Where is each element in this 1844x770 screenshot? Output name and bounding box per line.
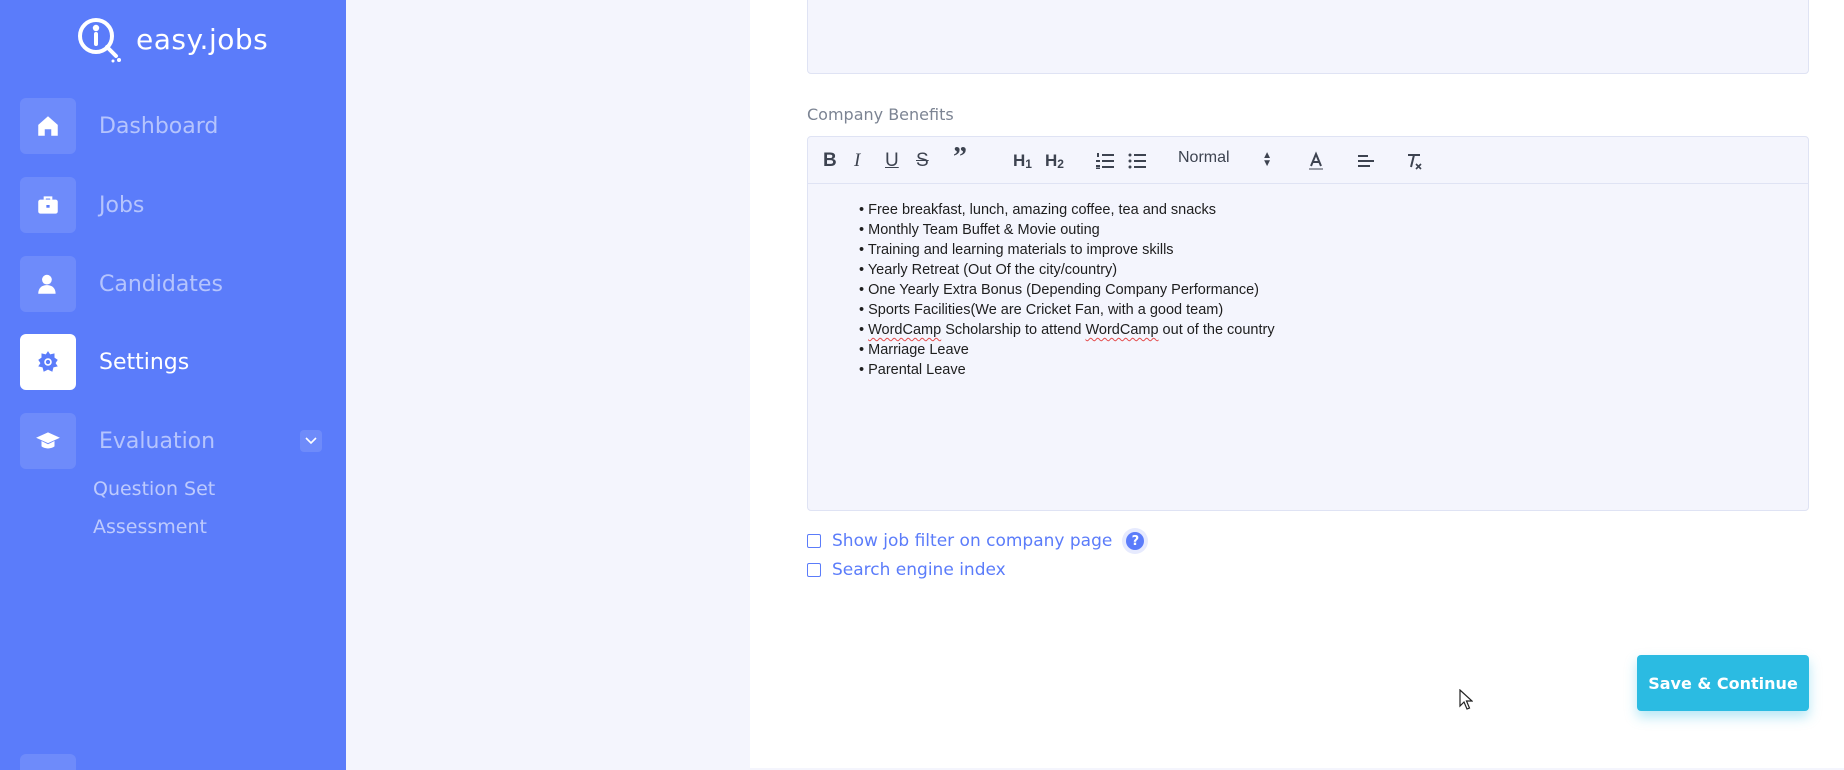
sidebar-subitem-question-set[interactable]: Question Set xyxy=(93,478,215,500)
briefcase-icon xyxy=(20,177,76,233)
blockquote-button[interactable]: ” xyxy=(953,142,967,173)
sidebar-item-dashboard[interactable]: Dashboard xyxy=(20,98,330,154)
heading-1-button[interactable]: H1 xyxy=(1013,150,1032,172)
company-benefits-editor[interactable]: B I U S ” H1 H2 Normal ▲▼ Free breakfast… xyxy=(807,136,1809,511)
benefit-item: One Yearly Extra Bonus (Depending Compan… xyxy=(859,280,1808,300)
heading-format-select[interactable]: Normal ▲ ▼ xyxy=(1178,149,1278,173)
italic-button[interactable]: I xyxy=(854,150,860,172)
ordered-list-icon[interactable] xyxy=(1094,150,1116,172)
chevron-down-icon[interactable] xyxy=(300,430,322,452)
search-engine-index-row: Search engine index xyxy=(807,560,1006,580)
underline-button[interactable]: U xyxy=(885,150,899,172)
heading-2-level: 2 xyxy=(1057,157,1064,171)
select-arrows-icon: ▲ ▼ xyxy=(1262,150,1272,169)
editor-content[interactable]: Free breakfast, lunch, amazing coffee, t… xyxy=(808,184,1808,380)
benefit-item: Yearly Retreat (Out Of the city/country) xyxy=(859,260,1808,280)
text-color-icon[interactable] xyxy=(1305,150,1327,172)
strike-button[interactable]: S xyxy=(916,150,929,172)
show-job-filter-row: Show job filter on company page ? xyxy=(807,528,1149,554)
sidebar-item-label: Candidates xyxy=(99,271,223,297)
benefit-item: Sports Facilities(We are Cricket Fan, wi… xyxy=(859,300,1808,320)
editor-toolbar: B I U S ” H1 H2 Normal ▲ ▼ xyxy=(808,137,1808,184)
show-job-filter-checkbox[interactable] xyxy=(807,534,821,548)
benefit-item: Training and learning materials to impro… xyxy=(859,240,1808,260)
heading-2-button[interactable]: H2 xyxy=(1045,150,1064,172)
sidebar-item-label: Settings xyxy=(99,349,190,375)
graduation-cap-icon xyxy=(20,413,76,469)
company-benefits-label: Company Benefits xyxy=(807,105,954,124)
home-icon xyxy=(20,98,76,154)
sidebar-item-jobs[interactable]: Jobs xyxy=(20,177,330,233)
heading-1-letter: H xyxy=(1013,151,1026,170)
benefit-text: Scholarship to attend xyxy=(941,322,1086,338)
benefit-item-wordcamp: WordCamp Scholarship to attend WordCamp … xyxy=(859,320,1808,340)
previous-editor-area[interactable] xyxy=(807,0,1809,74)
sidebar-item-settings[interactable]: Settings xyxy=(20,334,330,390)
heading-format-value: Normal xyxy=(1178,149,1230,166)
search-engine-index-checkbox[interactable] xyxy=(807,563,821,577)
sidebar: easy.jobs Dashboard Jobs Candidates Sett… xyxy=(0,0,346,770)
help-icon[interactable]: ? xyxy=(1122,528,1149,554)
brand-name: easy.jobs xyxy=(136,22,269,56)
sidebar-item-label: Jobs xyxy=(99,192,145,218)
misspelled-word: WordCamp xyxy=(868,322,942,338)
show-job-filter-label[interactable]: Show job filter on company page xyxy=(832,531,1112,551)
help-mark: ? xyxy=(1126,532,1145,550)
sidebar-item-evaluation[interactable]: Evaluation xyxy=(20,413,330,469)
align-icon[interactable] xyxy=(1355,150,1377,172)
misspelled-word: WordCamp xyxy=(1085,322,1159,338)
sidebar-item-label: Evaluation xyxy=(99,428,216,454)
sidebar-item-label: Dashboard xyxy=(99,113,219,139)
benefit-text: out of the country xyxy=(1158,322,1275,338)
sidebar-item-candidates[interactable]: Candidates xyxy=(20,256,330,312)
heading-2-letter: H xyxy=(1045,151,1058,170)
user-icon xyxy=(20,256,76,312)
clear-format-icon[interactable] xyxy=(1403,150,1425,172)
sidebar-item-partial[interactable] xyxy=(20,754,76,770)
easyjobs-logo-icon xyxy=(78,18,121,63)
benefit-item: Parental Leave xyxy=(859,360,1808,380)
benefit-item: Free breakfast, lunch, amazing coffee, t… xyxy=(859,200,1808,220)
mouse-cursor-icon xyxy=(1459,689,1473,710)
sidebar-subitem-assessment[interactable]: Assessment xyxy=(93,516,207,538)
logo[interactable]: easy.jobs xyxy=(74,14,268,64)
bold-button[interactable]: B xyxy=(823,150,837,172)
gear-icon xyxy=(20,334,76,390)
search-engine-index-label[interactable]: Search engine index xyxy=(832,560,1006,580)
save-and-continue-button[interactable]: Save & Continue xyxy=(1637,655,1809,711)
benefit-item: Marriage Leave xyxy=(859,340,1808,360)
heading-1-level: 1 xyxy=(1025,157,1032,171)
benefit-item: Monthly Team Buffet & Movie outing xyxy=(859,220,1808,240)
bullet-list-icon[interactable] xyxy=(1126,150,1148,172)
